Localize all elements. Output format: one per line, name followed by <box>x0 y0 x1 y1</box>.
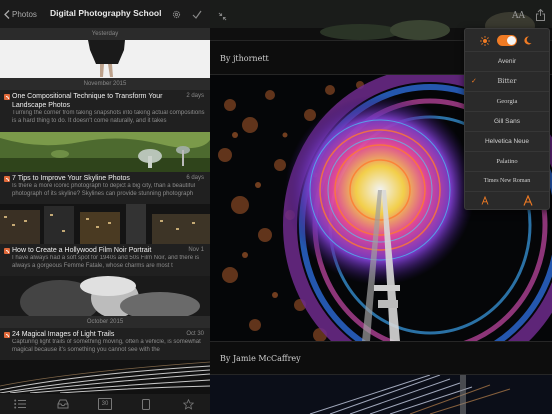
font-option-helvetica-neue[interactable]: Helvetica Neue <box>465 131 549 151</box>
mark-all-read-check-icon[interactable] <box>192 10 202 19</box>
section-divider-yesterday: Yesterday <box>0 28 210 40</box>
theme-toggle[interactable] <box>497 35 517 46</box>
moon-icon[interactable] <box>524 36 532 45</box>
article-date: 2 days <box>186 93 204 99</box>
article-second-image <box>210 375 552 414</box>
thumbnail-image <box>0 276 210 316</box>
font-option-avenir[interactable]: Avenir <box>465 51 549 71</box>
article-excerpt: Is there a more iconic photograph to dep… <box>12 183 195 197</box>
rss-feed-icon <box>4 248 10 254</box>
article-thumbnail[interactable] <box>0 360 210 393</box>
font-option-palatino[interactable]: Palatino <box>465 151 549 171</box>
article-row[interactable]: 7 Tips to Improve Your Skyline Photos 6 … <box>0 172 210 204</box>
star-icon[interactable] <box>183 399 194 410</box>
article-excerpt: Capturing light trails of something movi… <box>12 339 201 353</box>
article-row[interactable]: How to Create a Hollywood Film Noir Port… <box>0 244 210 276</box>
article-title: One Compositional Technique to Transform… <box>12 93 163 109</box>
article-thumbnail[interactable] <box>0 276 210 316</box>
thumbnail-image <box>0 40 210 78</box>
article-list-panel: Photos Digital Photography School Yester… <box>0 0 210 414</box>
feed-title: Digital Photography School <box>50 8 162 18</box>
back-label: Photos <box>12 9 37 19</box>
collapse-arrows-icon[interactable] <box>218 12 227 21</box>
increase-font-size-icon[interactable] <box>523 195 533 206</box>
font-option-georgia[interactable]: Georgia <box>465 91 549 111</box>
article-date: 6 days <box>186 175 204 181</box>
chevron-left-icon <box>4 9 10 19</box>
sidebar-toolbar: Photos Digital Photography School <box>0 0 210 28</box>
light-trails-photo <box>210 375 552 414</box>
article-thumbnail[interactable] <box>0 132 210 172</box>
article-title: How to Create a Hollywood Film Noir Port… <box>12 247 152 254</box>
theme-toggle-knob <box>507 36 516 45</box>
calendar-icon[interactable]: 30 <box>98 398 112 410</box>
thumbnail-image <box>0 204 210 244</box>
decrease-font-size-icon[interactable] <box>481 196 489 205</box>
list-icon[interactable] <box>14 399 26 409</box>
thumbnail-image <box>0 132 210 172</box>
inbox-icon[interactable] <box>57 399 69 409</box>
gear-icon[interactable] <box>172 10 181 19</box>
sun-icon[interactable] <box>480 36 490 46</box>
share-icon[interactable] <box>536 9 545 21</box>
photo-byline: By jthornett <box>220 54 269 63</box>
article-date: Nov 1 <box>188 247 204 253</box>
article-thumbnail[interactable] <box>0 204 210 244</box>
document-icon[interactable] <box>142 399 150 410</box>
article-date: Oct 30 <box>186 331 204 337</box>
rss-feed-icon <box>4 94 10 100</box>
article-title: 7 Tips to Improve Your Skyline Photos <box>12 175 130 182</box>
article-title: 24 Magical Images of Light Trails <box>12 331 115 338</box>
section-divider-october: October 2015 <box>0 316 210 328</box>
article-row[interactable]: 24 Magical Images of Light Trails Oct 30… <box>0 328 210 360</box>
rss-feed-icon <box>4 176 10 182</box>
text-size-button[interactable]: AA <box>512 11 525 21</box>
divider <box>210 341 552 342</box>
article-row[interactable]: One Compositional Technique to Transform… <box>0 90 210 132</box>
font-settings-popover: Avenir ✓ Bitter Georgia Gill Sans Helvet… <box>464 28 550 210</box>
font-option-bitter[interactable]: ✓ Bitter <box>465 71 549 91</box>
font-option-times-new-roman[interactable]: Times New Roman <box>465 171 549 191</box>
article-excerpt: I have always had a soft spot for 1940s … <box>12 255 200 269</box>
article-excerpt: Turning the corner from taking snapshots… <box>12 110 205 124</box>
photo-byline: By Jamie McCaffrey <box>220 354 301 363</box>
thumbnail-image <box>0 360 210 393</box>
back-button[interactable]: Photos <box>4 7 37 21</box>
font-option-gill-sans[interactable]: Gill Sans <box>465 111 549 131</box>
font-size-controls <box>465 191 549 209</box>
checkmark-icon: ✓ <box>471 77 477 85</box>
article-thumbnail[interactable] <box>0 40 210 78</box>
section-divider-november: November 2015 <box>0 78 210 90</box>
rss-feed-icon <box>4 332 10 338</box>
bottom-tab-bar: 30 <box>0 393 210 414</box>
